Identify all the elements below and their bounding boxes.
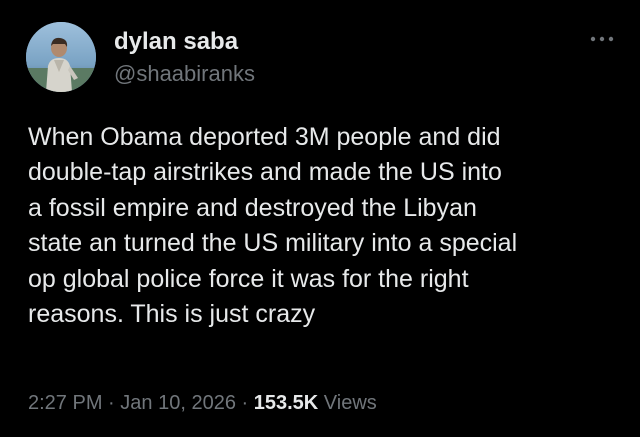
tweet-text-line: op global police force it was for the ri… — [28, 264, 469, 293]
tweet-text-line: state an turned the US military into a s… — [28, 229, 518, 258]
tweet-date[interactable]: Jan 10, 2026 — [120, 392, 236, 414]
tweet-text-line: double-tap airstrikes and made the US in… — [28, 158, 502, 187]
author-names: dylan saba @shaabiranks — [114, 28, 255, 88]
tweet-meta: 2:27 PM · Jan 10, 2026 · 153.5K Views — [28, 390, 377, 416]
profile-photo-icon — [26, 22, 96, 92]
tweet-text-line: a fossil empire and destroyed the Libyan — [28, 193, 477, 222]
display-name[interactable]: dylan saba — [114, 28, 255, 56]
views-count[interactable]: 153.5K — [254, 392, 319, 414]
tweet-text-line: reasons. This is just crazy — [28, 300, 316, 329]
tweet-header: dylan saba @shaabiranks — [26, 22, 616, 94]
meta-separator: · — [241, 392, 249, 414]
meta-separator: · — [108, 392, 115, 414]
tweet-time[interactable]: 2:27 PM — [28, 392, 102, 414]
tweet-card: dylan saba @shaabiranks When Obama depor… — [0, 0, 640, 437]
more-options-icon[interactable] — [588, 32, 616, 46]
tweet-text-line: When Obama deported 3M people and did — [28, 123, 501, 151]
author-handle[interactable]: @shaabiranks — [114, 60, 255, 88]
avatar[interactable] — [26, 22, 96, 92]
tweet-text: When Obama deported 3M people and did do… — [28, 120, 618, 332]
views-label[interactable]: Views — [324, 392, 377, 414]
